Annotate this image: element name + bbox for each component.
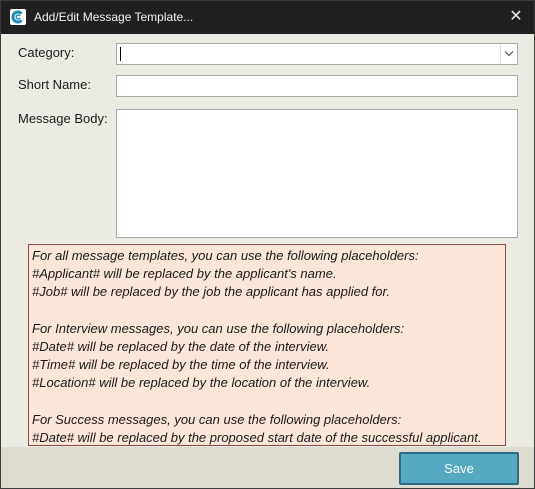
info-line [32,393,505,411]
chevron-down-icon [504,51,514,57]
window-title: Add/Edit Message Template... [34,10,194,24]
save-button[interactable]: Save [399,452,519,485]
info-line: #Applicant# will be replaced by the appl… [32,266,337,282]
category-label: Category: [18,45,75,60]
info-line: #Date# will be replaced by the date of t… [32,338,330,354]
message-body-label: Message Body: [18,111,108,126]
info-line: For Interview messages, you can use the … [32,320,405,336]
placeholder-help-box: For all message templates, you can use t… [28,244,506,446]
close-icon: ✕ [509,8,523,25]
title-bar[interactable]: Add/Edit Message Template... ✕ [1,1,534,34]
info-line: For all message templates, you can use t… [32,248,419,263]
info-line: For Success messages, you can use the fo… [32,411,402,427]
info-line: #Location# will be replaced by the locat… [32,375,371,391]
dialog-window: Add/Edit Message Template... ✕ Category:… [0,0,535,489]
info-line: #Job# will be replaced by the job the ap… [32,284,390,300]
short-name-label: Short Name: [18,77,91,92]
app-logo-icon [10,9,26,25]
short-name-input[interactable] [116,75,518,97]
dropdown-arrow-button[interactable] [500,45,516,63]
info-line: #Date# will be replaced by the proposed … [32,429,482,445]
info-line [32,302,505,320]
category-dropdown[interactable] [116,43,518,65]
message-body-textarea[interactable] [116,109,518,238]
close-button[interactable]: ✕ [506,7,526,27]
info-line: #Time# will be replaced by the time of t… [32,357,330,373]
save-button-label: Save [444,461,474,476]
text-caret [120,47,121,61]
